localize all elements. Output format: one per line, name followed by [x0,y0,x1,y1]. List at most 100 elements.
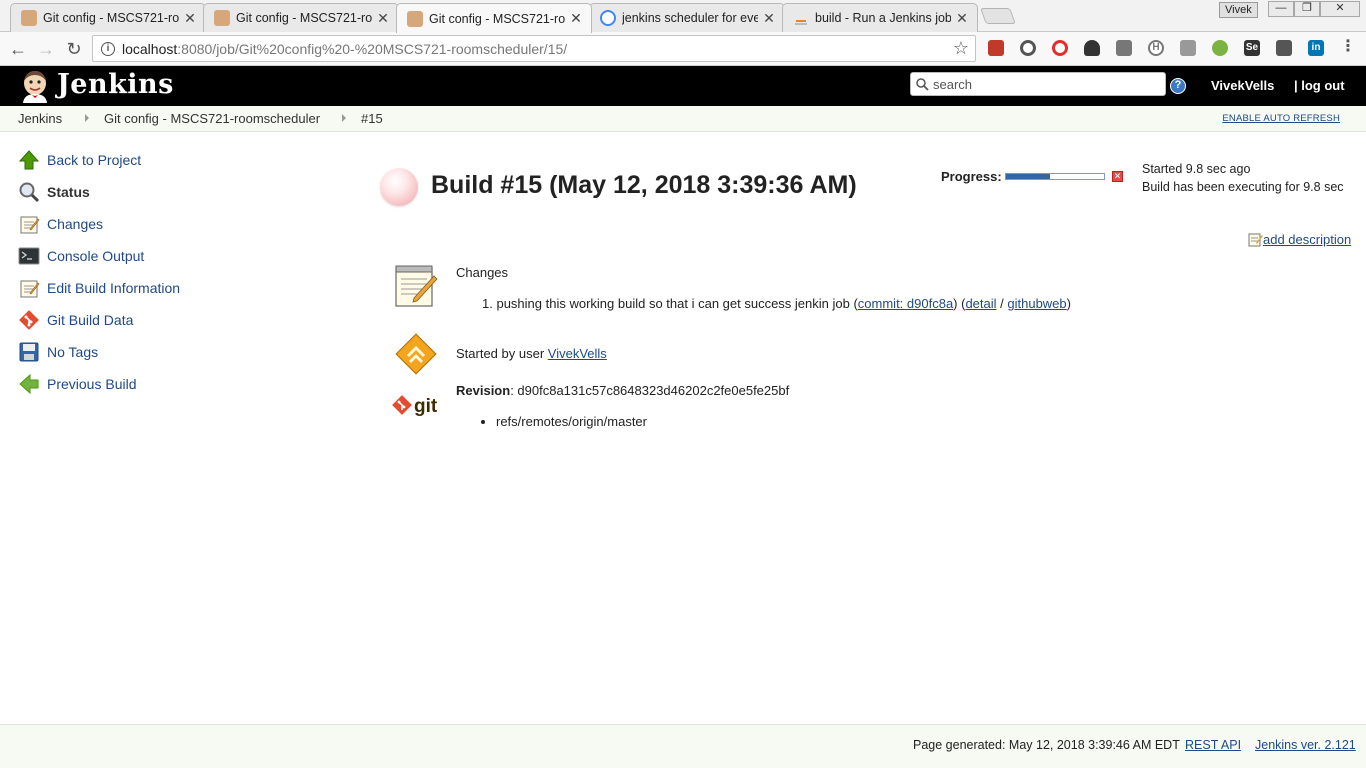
spy-extension-icon[interactable] [1084,40,1100,56]
notepad-icon [395,265,438,307]
notepad-icon [1248,233,1263,247]
page-footer: Page generated: May 12, 2018 3:39:46 AM … [0,724,1366,768]
selenium-extension-icon[interactable]: Se [1244,40,1260,56]
user-link[interactable]: VivekVells [1211,78,1274,93]
build-status-ball-icon [380,168,418,206]
browser-tab-3[interactable]: Git config - MSCS721-roo ✕ [396,3,592,33]
browser-tab-5[interactable]: build - Run a Jenkins job ✕ [782,3,978,32]
chrome-extension-icon[interactable] [1020,40,1036,56]
refs-list: refs/remotes/origin/master [496,414,647,429]
changes-heading: Changes [456,265,509,280]
rest-api-link[interactable]: REST API [1185,738,1241,752]
camera-extension-icon[interactable] [1180,40,1196,56]
jenkins-butler-logo-icon[interactable] [18,69,52,103]
search-icon [19,182,40,203]
browser-tab-1[interactable]: Git config - MSCS721-roo ✕ [10,3,206,32]
git-logo-text: git [414,396,438,417]
add-description-button[interactable]: add description [1248,232,1351,247]
chrome-menu-icon[interactable]: ⋮ [1340,39,1356,56]
breadcrumb: Jenkins Git config - MSCS721-roomschedul… [0,106,1366,132]
breadcrumb-jenkins[interactable]: Jenkins [18,111,62,126]
close-tab-icon[interactable]: ✕ [762,10,776,27]
sidebar-item-status[interactable]: Status [18,181,90,203]
close-tab-icon[interactable]: ✕ [569,10,583,27]
sidebar-item-git-build-data[interactable]: Git Build Data [18,309,133,331]
site-info-icon[interactable]: i [101,41,115,56]
jenkins-title[interactable]: Jenkins [57,69,174,100]
forward-arrow-icon[interactable]: → [35,38,57,60]
started-by-user-link[interactable]: VivekVells [548,346,607,361]
search-box[interactable] [910,72,1166,96]
sidebar-item-console-output[interactable]: Console Output [18,245,144,267]
stop-build-icon[interactable]: ✕ [1112,171,1123,182]
jenkins-favicon-icon [214,10,230,26]
sidebar-item-previous-build[interactable]: Previous Build [18,373,137,395]
bookmark-extension-icon[interactable] [988,40,1004,56]
linkedin-extension-icon[interactable]: in [1308,40,1324,56]
search-input[interactable] [933,76,1153,92]
notepad-icon [20,216,40,234]
profile-button[interactable]: Vivek [1219,2,1258,18]
url-text[interactable]: localhost:8080/job/Git%20config%20-%20MS… [122,41,953,57]
lightbulb-extension-icon[interactable] [1276,40,1292,56]
commit-link[interactable]: commit: d90fc8a [858,296,953,311]
h-extension-icon[interactable]: H [1148,40,1164,56]
search-icon [916,77,929,91]
jenkins-header: Jenkins ? VivekVells | log out [0,66,1366,106]
logout-link[interactable]: | log out [1294,78,1345,93]
build-title: Build #15 (May 12, 2018 3:39:36 AM) [431,171,857,199]
breadcrumb-build[interactable]: #15 [361,111,383,126]
browser-tab-strip: Git config - MSCS721-roo ✕ Git config - … [0,0,1366,33]
jenkins-version-link[interactable]: Jenkins ver. 2.121 [1255,738,1356,752]
progress-bar[interactable] [1005,173,1105,180]
breadcrumb-project[interactable]: Git config - MSCS721-roomscheduler [104,111,320,126]
revision-label: Revision [456,383,511,398]
git-logo-icon: git [392,395,438,417]
revision-value: : d90fc8a131c57c8648323d46202c2fe0e5fe25… [510,383,790,398]
githubweb-link[interactable]: githubweb [1007,296,1066,311]
enable-auto-refresh-link[interactable]: ENABLE AUTO REFRESH [1222,113,1340,124]
tab-title: Git config - MSCS721-roo [236,11,372,25]
browser-tab-2[interactable]: Git config - MSCS721-roo ✕ [203,3,399,32]
change-message: pushing this working build so that i can… [496,296,850,311]
save-icon [19,342,39,362]
detail-link[interactable]: detail [965,296,996,311]
minimize-button[interactable]: — [1268,1,1294,17]
sidebar-item-edit-build-information[interactable]: Edit Build Information [18,277,180,299]
revision-line: Revision: d90fc8a131c57c8648323d46202c2f… [456,383,789,398]
close-tab-icon[interactable]: ✕ [955,10,969,27]
reload-icon[interactable]: ↻ [63,38,85,60]
green-dot-extension-icon[interactable] [1212,40,1228,56]
new-tab-button[interactable] [980,8,1016,24]
progress-label: Progress: [941,169,1002,184]
jenkins-favicon-icon [407,10,423,27]
executing-time-text: Build has been executing for 9.8 sec [1142,180,1344,194]
notepad-icon [20,280,40,298]
user-cause-icon [395,333,437,375]
browser-tab-4[interactable]: jenkins scheduler for eve ✕ [589,3,785,32]
git-icon [19,310,39,330]
address-bar[interactable]: i localhost:8080/job/Git%20config%20-%20… [92,35,976,62]
close-tab-icon[interactable]: ✕ [376,10,390,27]
close-tab-icon[interactable]: ✕ [183,10,197,27]
back-arrow-icon[interactable]: ← [7,38,29,60]
started-by-text: Started by user VivekVells [456,346,607,361]
sidebar-item-changes[interactable]: Changes [18,213,103,235]
add-description-link[interactable]: add description [1263,232,1351,247]
breadcrumb-separator-icon[interactable] [85,114,89,122]
change-list-item: 1. pushing this working build so that i … [482,296,1071,311]
jenkins-favicon-icon [21,10,37,26]
google-favicon-icon [600,10,616,26]
up-arrow-icon [18,150,40,170]
opera-extension-icon[interactable] [1052,40,1068,56]
tab-title: Git config - MSCS721-roo [43,11,179,25]
pocket-extension-icon[interactable] [1116,40,1132,56]
sidebar-item-no-tags[interactable]: No Tags [18,341,98,363]
tab-title: jenkins scheduler for eve [622,11,758,25]
close-window-button[interactable]: ✕ [1320,1,1360,17]
bookmark-star-icon[interactable]: ☆ [953,38,969,59]
help-icon[interactable]: ? [1170,78,1186,94]
maximize-button[interactable]: ❐ [1294,1,1320,17]
sidebar-item-back-to-project[interactable]: Back to Project [18,149,141,171]
breadcrumb-separator-icon[interactable] [342,114,346,122]
